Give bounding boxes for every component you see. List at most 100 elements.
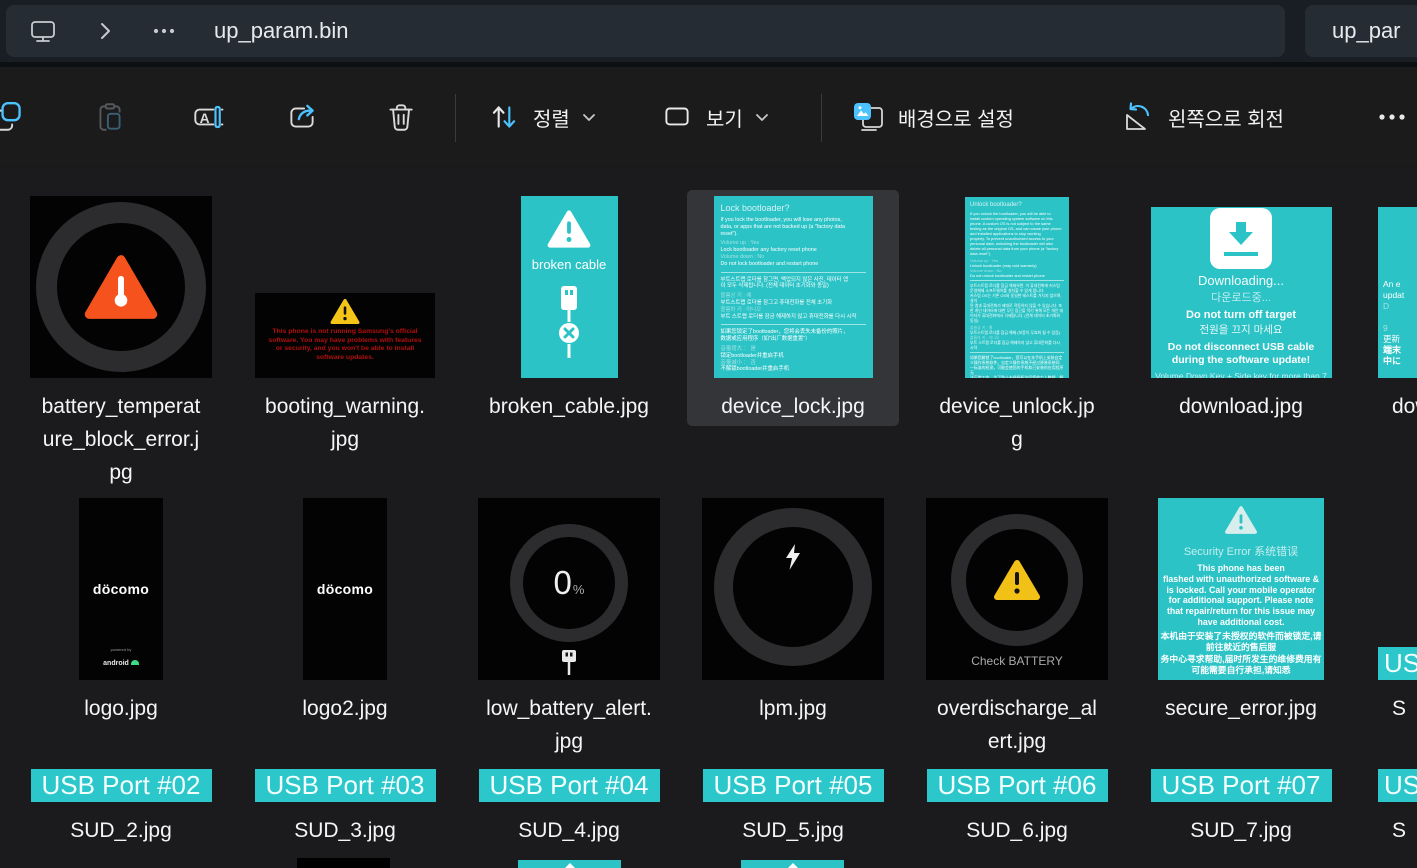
file-item-logo[interactable]: döcomo powered by android logo.jpg — [9, 498, 233, 758]
thumbnail-partial-next-row[interactable] — [518, 860, 621, 868]
thumbnail-usb-port-banner: USB Port #07 — [1151, 769, 1332, 802]
view-label: 보기 — [706, 103, 743, 132]
set-background-button[interactable]: 배경으로 설정 — [850, 85, 1014, 149]
file-item-booting-warning[interactable]: This phone is not running Samsung's offi… — [233, 196, 457, 489]
file-name: S — [1353, 814, 1406, 847]
file-item-sud7[interactable]: USB Port #07 SUD_7.jpg — [1129, 769, 1353, 847]
toolbar-divider — [455, 94, 456, 142]
file-name: device_lock.jpg — [721, 390, 865, 423]
file-item-battery-temperature[interactable]: battery_temperat ure_block_error.j pg — [9, 196, 233, 489]
thumbnail-low-battery: 0% — [478, 498, 660, 680]
docomo-logo: döcomo — [93, 581, 149, 597]
thumbnail-usb-port-banner-partial: US — [1378, 769, 1417, 802]
usb-cable-icon — [552, 284, 586, 372]
file-item-low-battery[interactable]: 0% low_battery_alert. jpg — [457, 498, 681, 758]
file-item-download-error-partial[interactable]: An e updat D 9 更新 端末 中に dow — [1353, 196, 1417, 489]
file-item-device-lock[interactable]: Lock bootloader? If you lock the bootloa… — [681, 196, 905, 489]
share-button[interactable] — [270, 85, 334, 149]
file-name: SUD_5.jpg — [742, 814, 844, 847]
file-name: secure_error.jpg — [1165, 692, 1317, 725]
lightning-bolt-icon — [784, 544, 802, 571]
view-icon — [660, 100, 694, 134]
file-item-secure-error[interactable]: Security Error 系统错误 This phone has been … — [1129, 498, 1353, 758]
toolbar-divider — [821, 94, 822, 142]
file-item-overdischarge[interactable]: Check BATTERY overdischarge_al ert.jpg — [905, 498, 1129, 758]
warning-triangle-tip — [564, 863, 576, 868]
paste-button[interactable] — [78, 85, 142, 149]
set-background-label: 배경으로 설정 — [898, 103, 1014, 132]
rotate-left-icon — [1120, 99, 1156, 135]
address-bar[interactable]: up_param.bin — [6, 5, 1285, 57]
file-item-device-unlock[interactable]: Unlock bootloader? If you unlock the boo… — [905, 196, 1129, 489]
file-item-download[interactable]: Downloading... 다운로드중... Do not turn off … — [1129, 196, 1353, 489]
file-item-lpm[interactable]: lpm.jpg — [681, 498, 905, 758]
breadcrumb-current-folder: up_param.bin — [214, 18, 349, 44]
usb-plug-icon — [558, 649, 580, 677]
view-menu-button[interactable]: 보기 — [660, 85, 769, 149]
file-item-logo2[interactable]: döcomo logo2.jpg — [233, 498, 457, 758]
file-item-usb-port-partial[interactable]: US S — [1353, 769, 1417, 847]
file-name: SUD_6.jpg — [966, 814, 1068, 847]
thumbnail-lpm-charging — [702, 498, 884, 680]
thumbnail-broken-cable: broken cable — [521, 196, 618, 378]
docomo-logo: döcomo — [317, 581, 373, 597]
warning-triangle-icon — [1224, 505, 1258, 535]
file-name: booting_warning. jpg — [265, 390, 425, 456]
rotate-left-label: 왼쪽으로 회전 — [1168, 103, 1284, 132]
this-pc-icon — [28, 16, 58, 46]
file-item-broken-cable[interactable]: broken cable broken_cable.jpg — [457, 196, 681, 489]
thumbnail-partial-next-row[interactable] — [741, 860, 844, 868]
thumbnail-overdischarge-alert: Check BATTERY — [926, 498, 1108, 680]
thumbnail-partial-next-row[interactable] — [297, 858, 390, 868]
security-error-heading: Security Error 系统错误 — [1158, 543, 1324, 559]
file-name: overdischarge_al ert.jpg — [937, 692, 1097, 758]
secondary-tab[interactable]: up_par — [1305, 5, 1417, 57]
thumbnail-download: Downloading... 다운로드중... Do not turn off … — [1151, 207, 1332, 378]
chevron-down-icon — [755, 112, 769, 122]
download-arrow-icon — [1210, 208, 1272, 269]
file-item-sud4[interactable]: USB Port #04 SUD_4.jpg — [457, 769, 681, 847]
title-bar: up_param.bin up_par — [0, 0, 1417, 62]
file-name: download.jpg — [1179, 390, 1303, 423]
file-item-sud5[interactable]: USB Port #05 SUD_5.jpg — [681, 769, 905, 847]
thumbnail-booting-warning: This phone is not running Samsung's offi… — [255, 293, 435, 378]
file-item-sud6[interactable]: USB Port #06 SUD_6.jpg — [905, 769, 1129, 847]
share-icon — [285, 100, 319, 134]
file-name: broken_cable.jpg — [489, 390, 649, 423]
powered-by-android: powered by android — [79, 647, 163, 670]
file-item-sud2[interactable]: USB Port #02 SUD_2.jpg — [9, 769, 233, 847]
thumbnail-usb-port-banner: USB Port #02 — [31, 769, 212, 802]
warning-triangle-icon — [993, 559, 1041, 601]
breadcrumb-ellipsis-icon[interactable] — [150, 17, 178, 45]
thumbnail-usb-port-banner: USB Port #04 — [479, 769, 660, 802]
thumbnail-usb-port-banner: USB Port #03 — [255, 769, 436, 802]
file-item-usb-port-partial[interactable]: US S — [1353, 498, 1417, 758]
thumbnail-usb-port-banner: USB Port #06 — [927, 769, 1108, 802]
warning-triangle-icon — [546, 209, 592, 249]
file-name: SUD_3.jpg — [294, 814, 396, 847]
file-name: logo.jpg — [84, 692, 158, 725]
sort-menu-button[interactable]: 정렬 — [487, 85, 596, 149]
file-name: low_battery_alert. jpg — [486, 692, 652, 758]
thumbnail-download-error-partial: An e updat D 9 更新 端末 中に — [1378, 207, 1417, 378]
rename-icon: A — [190, 100, 224, 134]
command-toolbar: A 정렬 보기 — [0, 67, 1417, 168]
rotate-left-button[interactable]: 왼쪽으로 회전 — [1120, 85, 1284, 149]
delete-button[interactable] — [368, 85, 432, 149]
delete-icon — [383, 100, 417, 134]
chevron-down-icon — [582, 112, 596, 122]
copy-button[interactable] — [0, 85, 42, 149]
file-name: SUD_4.jpg — [518, 814, 620, 847]
file-grid: battery_temperat ure_block_error.j pg Th… — [9, 168, 1417, 868]
file-name: S — [1353, 692, 1406, 725]
more-options-button[interactable] — [1360, 85, 1417, 149]
svg-text:A: A — [200, 110, 210, 126]
lock-heading: Lock bootloader? — [721, 203, 866, 213]
file-name: logo2.jpg — [302, 692, 387, 725]
breadcrumb-chevron-icon — [92, 18, 118, 44]
paste-icon — [93, 100, 127, 134]
rename-button[interactable]: A — [175, 85, 239, 149]
file-name: lpm.jpg — [759, 692, 827, 725]
file-item-sud3[interactable]: USB Port #03 SUD_3.jpg — [233, 769, 457, 847]
file-name: SUD_2.jpg — [70, 814, 172, 847]
